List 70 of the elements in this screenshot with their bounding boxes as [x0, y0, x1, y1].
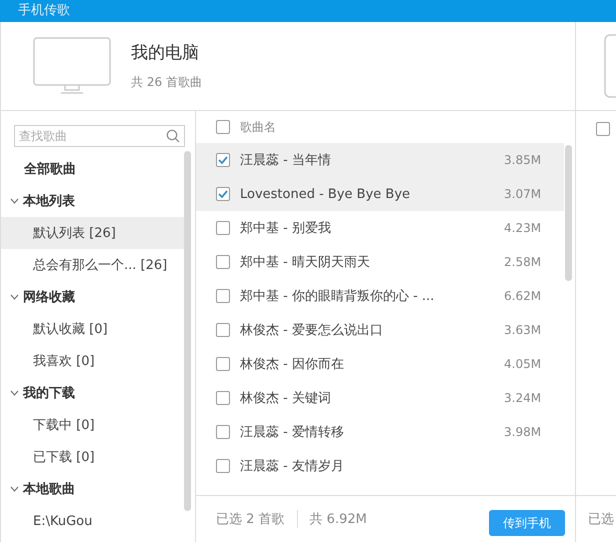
checkbox[interactable] — [216, 289, 230, 303]
sidebar-item[interactable]: 总会有那么一个... [26] — [1, 249, 185, 281]
scrollbar[interactable] — [184, 151, 191, 511]
chevron-icon — [10, 486, 19, 492]
computer-name: 我的电脑 — [131, 42, 200, 64]
song-name: 汪晨蕊 - 爱情转移 — [240, 424, 345, 441]
checkbox[interactable] — [216, 153, 230, 167]
song-name: 林俊杰 - 关键词 — [240, 390, 332, 407]
song-name: 郑中基 - 别爱我 — [240, 220, 332, 237]
song-name: 郑中基 - 你的眼睛背叛你的心 - ... — [240, 288, 436, 305]
window-title: 手机传歌 — [18, 3, 70, 18]
sidebar-item[interactable]: 下载中 [0] — [1, 409, 185, 441]
file-size: 6.62M — [504, 289, 542, 303]
sidebar-group[interactable]: 本地歌曲 — [1, 473, 185, 505]
checkbox[interactable] — [596, 122, 610, 136]
sidebar-group[interactable]: 我的下载 — [1, 377, 185, 409]
total-size: 共 6.92M — [310, 511, 367, 528]
song-row[interactable]: 汪晨蕊 - 爱情转移 3.98M — [196, 415, 564, 449]
sidebar-item[interactable]: 我喜欢 [0] — [1, 345, 185, 377]
checkbox[interactable] — [216, 391, 230, 405]
file-size: 4.05M — [504, 357, 542, 371]
song-row[interactable]: 汪晨蕊 - 友情岁月 — [196, 449, 564, 483]
song-row[interactable]: 林俊杰 - 因你而在 4.05M — [196, 347, 564, 381]
sidebar-item[interactable]: 默认收藏 [0] — [1, 313, 185, 345]
song-name: Lovestoned - Bye Bye Bye — [240, 186, 412, 202]
search-icon — [166, 129, 180, 143]
file-size: 3.85M — [504, 153, 542, 167]
column-header: 歌曲名 — [240, 118, 277, 136]
song-name: 林俊杰 - 因你而在 — [240, 356, 345, 373]
chevron-icon — [10, 198, 19, 204]
file-size: 3.63M — [504, 323, 542, 337]
checkbox[interactable] — [216, 255, 230, 269]
file-size: 3.24M — [504, 391, 542, 405]
song-count: 共 26 首歌曲 — [131, 74, 202, 91]
selected-count: 已选 — [588, 511, 614, 528]
song-row[interactable]: 郑中基 - 别爱我 4.23M — [196, 211, 564, 245]
checkbox[interactable] — [216, 425, 230, 439]
sidebar-item[interactable]: 已下载 [0] — [1, 441, 185, 473]
checkbox[interactable] — [216, 221, 230, 235]
file-size: 3.07M — [504, 187, 542, 201]
file-size: 2.58M — [504, 255, 542, 269]
sidebar-item[interactable]: E:\KuGou — [1, 505, 185, 537]
sidebar-item[interactable]: 默认列表 [26] — [1, 217, 185, 249]
chevron-icon — [10, 294, 19, 300]
song-row[interactable]: Lovestoned - Bye Bye Bye 3.07M — [196, 177, 564, 211]
checkbox[interactable] — [216, 323, 230, 337]
monitor-icon — [33, 37, 111, 95]
phone-icon — [604, 34, 616, 98]
song-row[interactable]: 郑中基 - 你的眼睛背叛你的心 - ... 6.62M — [196, 279, 564, 313]
song-name: 郑中基 - 晴天阴天雨天 — [240, 254, 371, 271]
song-name: 汪晨蕊 - 友情岁月 — [240, 458, 345, 475]
song-row[interactable]: 汪晨蕊 - 当年情 3.85M — [196, 143, 564, 177]
sidebar-group[interactable]: 本地列表 — [1, 185, 185, 217]
file-size: 3.98M — [504, 425, 542, 439]
chevron-icon — [10, 390, 19, 396]
search-field[interactable]: 查找歌曲 — [14, 125, 185, 147]
checkbox[interactable] — [216, 187, 230, 201]
song-row[interactable]: 林俊杰 - 关键词 3.24M — [196, 381, 564, 415]
checkbox[interactable] — [216, 120, 230, 134]
song-name: 汪晨蕊 - 当年情 — [240, 152, 332, 169]
checkbox[interactable] — [216, 357, 230, 371]
checkbox[interactable] — [216, 459, 230, 473]
sidebar-group[interactable]: 网络收藏 — [1, 281, 185, 313]
song-name: 林俊杰 - 爱要怎么说出口 — [240, 322, 384, 339]
selected-count: 已选 2 首歌 — [216, 511, 285, 528]
scrollbar[interactable] — [565, 145, 572, 281]
song-row[interactable]: 林俊杰 - 爱要怎么说出口 3.63M — [196, 313, 564, 347]
sidebar-item[interactable]: 全部歌曲 — [1, 153, 185, 185]
song-row[interactable]: 郑中基 - 晴天阴天雨天 2.58M — [196, 245, 564, 279]
file-size: 4.23M — [504, 221, 542, 235]
